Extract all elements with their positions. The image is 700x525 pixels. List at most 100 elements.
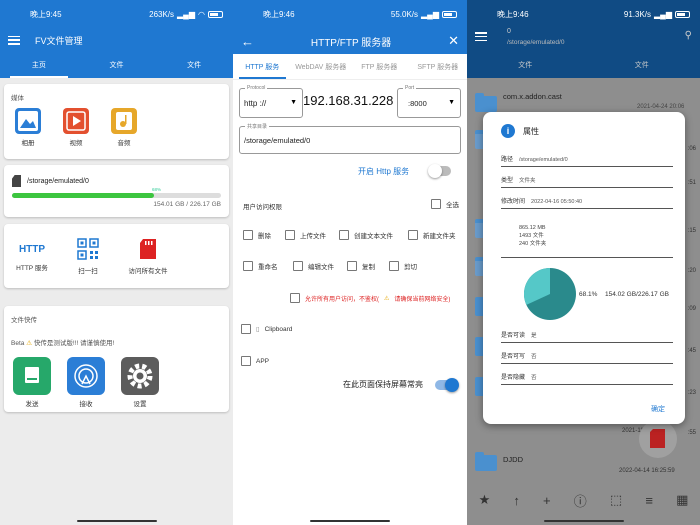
settings-button[interactable]: 设置 (120, 357, 160, 408)
video-button[interactable]: 视频 (60, 108, 92, 147)
panel-properties: 晚上9:46 91.3K/s ▂▄▆ 0 /storage/emulated/0… (467, 0, 700, 525)
file-date: 2021-04-24 20:06 (637, 104, 685, 110)
start-service-label: 开启 Http 服务 (358, 167, 410, 176)
plus-icon[interactable]: + (543, 493, 551, 508)
pie-percent: 68.1% (579, 291, 598, 298)
tab-sftp[interactable]: SFTP 服务器 (409, 54, 468, 79)
up-arrow-icon[interactable]: ↑ (513, 493, 520, 508)
storage-percent: 68% (151, 187, 161, 192)
prop-mtime: 修改时间 2022-04-16 05:50:40 (501, 196, 673, 209)
tab-files-2[interactable]: 文件 (155, 52, 233, 78)
panel-home: 晚上9:45 263K/s ▂▄▆ ◠ FV文件管理 主页 文件 文件 媒体 相… (0, 0, 233, 525)
dialog-title: 属性 (523, 127, 539, 136)
menu-icon[interactable] (8, 35, 20, 45)
perm-rename[interactable]: 重命名 (243, 261, 278, 271)
share-dir-field[interactable]: 共享目录 /storage/emulated/0 (239, 123, 461, 154)
allow-all-checkbox[interactable]: 允许所有用户访问，不鉴权(⚠ 请确保当前网络安全) (290, 293, 450, 303)
tab-files-2[interactable]: 文件 (584, 60, 700, 70)
clipboard-checkbox[interactable]: ▯ Clipboard (241, 324, 292, 334)
video-icon (63, 108, 89, 134)
clipboard-icon: ▯ (256, 326, 260, 333)
app-checkbox[interactable]: APP (241, 356, 269, 366)
tools-card: HTTP HTTP 服务 扫一扫 访问所有文件 (4, 224, 229, 288)
grid-icon[interactable]: ▦ (676, 492, 688, 508)
port-select[interactable]: Port :8000 ▼ (397, 85, 461, 118)
menu-icon[interactable] (475, 32, 487, 41)
media-title: 媒体 (11, 95, 24, 102)
file-time: :23 (687, 390, 696, 396)
perm-delete[interactable]: 删除 (243, 230, 271, 240)
file-time: :55 (687, 430, 696, 436)
storage-progress-fill (12, 193, 155, 198)
select-icon[interactable]: ⬚ (610, 492, 622, 508)
ok-button[interactable]: 确定 (651, 404, 665, 414)
folder-icon (475, 93, 497, 112)
keep-screen-toggle[interactable] (435, 378, 459, 392)
file-time: :09 (687, 306, 696, 312)
perm-new-folder[interactable]: 新建文件夹 (408, 230, 456, 240)
prop-readable: 是否可读是 (501, 330, 673, 343)
panel-http-server: 晚上9:46 55.0K/s ▂▄▆ ← HTTP/FTP 服务器 ✕ HTTP… (233, 0, 467, 525)
quick-transfer-title: 文件快传 (11, 317, 37, 324)
audio-icon (111, 108, 137, 134)
start-service-toggle[interactable] (428, 164, 451, 178)
signal-icon: ▂▄▆ (421, 9, 439, 19)
star-icon[interactable]: ★ (479, 492, 491, 508)
tab-files-1[interactable]: 文件 (78, 52, 156, 78)
perm-create-text[interactable]: 创建文本文件 (339, 230, 393, 240)
perm-cut[interactable]: 剪切 (389, 261, 417, 271)
file-name[interactable]: com.x.addon.cast (503, 92, 562, 101)
sort-icon[interactable]: ≡ (645, 493, 653, 508)
pie-usage: 154.02 GB/226.17 GB (605, 291, 669, 298)
tab-http[interactable]: HTTP 服务 (233, 54, 292, 79)
signal-icon: ▂▄▆ (654, 9, 672, 19)
http-service-button[interactable]: HTTP HTTP 服务 (12, 236, 52, 275)
nav-handle[interactable] (310, 520, 390, 522)
prop-writable: 是否可写否 (501, 351, 673, 364)
back-arrow-icon[interactable]: ← (241, 34, 254, 49)
dropdown-arrow-icon: ▼ (448, 99, 455, 106)
battery-icon (442, 10, 457, 18)
close-icon[interactable]: ✕ (448, 33, 459, 49)
selection-count: 0 (507, 28, 511, 35)
nav-handle[interactable] (543, 520, 624, 522)
prop-hidden: 是否隐藏否 (501, 372, 673, 385)
info-icon[interactable]: ⓘ (574, 491, 587, 510)
access-all-files-button[interactable]: 访问所有文件 (124, 236, 172, 275)
file-time: :45 (687, 348, 696, 354)
tab-home[interactable]: 主页 (0, 52, 78, 78)
file-date: 2022-04-14 16:25:59 (619, 468, 675, 474)
battery-icon (675, 10, 690, 18)
fab-button[interactable] (639, 420, 677, 458)
server-tabs: HTTP 服务 WebDAV 服务器 FTP 服务器 SFTP 服务器 (233, 54, 467, 80)
send-button[interactable]: 发送 (12, 357, 52, 408)
select-all-checkbox[interactable]: 全选 (431, 199, 459, 209)
receive-icon (67, 357, 105, 395)
file-time: :06 (687, 146, 696, 152)
app-bar: FV文件管理 (0, 28, 233, 52)
storage-progress: 68% (12, 187, 221, 198)
album-icon (15, 108, 41, 134)
perm-copy[interactable]: 复制 (347, 261, 375, 271)
nav-handle[interactable] (76, 520, 157, 522)
app-title: FV文件管理 (35, 35, 83, 46)
file-time: :15 (687, 228, 696, 234)
tab-webdav[interactable]: WebDAV 服务器 (292, 54, 351, 79)
receive-button[interactable]: 接收 (66, 357, 106, 408)
file-time: :20 (687, 268, 696, 274)
protocol-select[interactable]: Protocol http :// ▼ (239, 85, 303, 118)
audio-button[interactable]: 音频 (108, 108, 140, 147)
album-button[interactable]: 相册 (12, 108, 44, 147)
tab-ftp[interactable]: FTP 服务器 (350, 54, 409, 79)
storage-card[interactable]: /storage/emulated/0 68% 154.01 GB / 226.… (4, 165, 229, 217)
send-icon (13, 357, 51, 395)
beta-notice: Beta ⚠ 快传是测试版!!! 请谨慎使用! (11, 340, 115, 347)
folder-icon (475, 452, 497, 471)
perm-edit[interactable]: 编辑文件 (293, 261, 334, 271)
warning-icon: ⚠ (384, 295, 390, 302)
perm-upload[interactable]: 上传文件 (285, 230, 326, 240)
search-icon[interactable]: ⚲ (685, 30, 692, 41)
scan-button[interactable]: 扫一扫 (72, 236, 104, 275)
file-name[interactable]: DJDD (503, 455, 523, 464)
tab-files-1[interactable]: 文件 (467, 60, 584, 70)
